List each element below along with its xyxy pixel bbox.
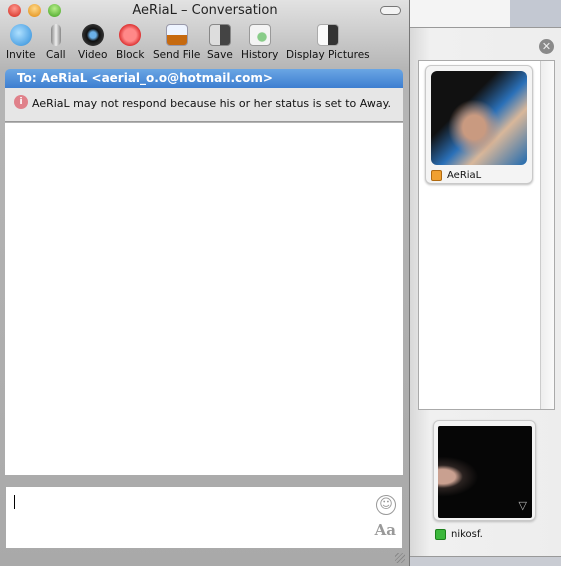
history-label: History bbox=[241, 49, 279, 61]
close-drawer-button[interactable]: ✕ bbox=[539, 39, 554, 54]
invite-icon bbox=[9, 24, 32, 46]
away-notice: i AeRiaL may not respond because his or … bbox=[5, 88, 403, 122]
display-pictures-icon bbox=[316, 24, 339, 46]
font-button[interactable]: Aa bbox=[375, 521, 396, 539]
text-caret bbox=[14, 495, 15, 509]
contact-name: AeRiaL bbox=[447, 170, 482, 181]
contact-pictures-list: AeRiaL bbox=[418, 60, 555, 410]
invite-label: Invite bbox=[6, 49, 36, 61]
background-desktop bbox=[510, 0, 561, 28]
save-label: Save bbox=[207, 49, 233, 61]
call-label: Call bbox=[46, 49, 66, 61]
resize-grip[interactable] bbox=[395, 553, 405, 563]
block-icon bbox=[119, 24, 142, 46]
contact-card: AeRiaL bbox=[425, 65, 533, 184]
background-window bbox=[410, 0, 510, 28]
send-file-button[interactable]: Send File bbox=[153, 24, 200, 61]
emoticon-icon[interactable]: ☺ bbox=[376, 495, 396, 515]
send-file-icon bbox=[165, 24, 188, 46]
conversation-transcript[interactable] bbox=[5, 123, 403, 475]
message-input[interactable]: ☺ Aa bbox=[5, 486, 403, 549]
conversation-window: AeRiaL – Conversation Invite Call Video … bbox=[0, 0, 410, 566]
toolbar-toggle-button[interactable] bbox=[380, 6, 401, 15]
block-button[interactable]: Block bbox=[116, 24, 144, 61]
block-label: Block bbox=[116, 49, 145, 61]
picture-menu-icon[interactable]: ▽ bbox=[519, 499, 527, 512]
invite-button[interactable]: Invite bbox=[6, 24, 35, 61]
video-label: Video bbox=[78, 49, 108, 61]
save-button[interactable]: Save bbox=[207, 24, 233, 61]
history-icon bbox=[248, 24, 271, 46]
save-icon bbox=[208, 24, 231, 46]
microphone-icon bbox=[50, 24, 61, 46]
display-pictures-label: Display Pictures bbox=[286, 49, 370, 61]
history-button[interactable]: History bbox=[241, 24, 278, 61]
away-status-icon bbox=[431, 170, 442, 181]
recipient-header: To: AeRiaL <aerial_o.o@hotmail.com> bbox=[5, 69, 403, 88]
display-pictures-drawer: ✕ AeRiaL ▽ nikosf. bbox=[410, 27, 561, 557]
video-button[interactable]: Video bbox=[78, 24, 107, 61]
display-pictures-button[interactable]: Display Pictures bbox=[286, 24, 370, 61]
info-icon: i bbox=[14, 95, 28, 109]
online-status-icon[interactable] bbox=[435, 529, 446, 540]
send-file-label: Send File bbox=[153, 49, 201, 61]
scrollbar[interactable] bbox=[540, 61, 554, 409]
self-name: nikosf. bbox=[451, 529, 483, 540]
call-button[interactable]: Call bbox=[46, 24, 66, 61]
away-notice-text: AeRiaL may not respond because his or he… bbox=[32, 97, 392, 110]
self-card: ▽ bbox=[433, 420, 536, 521]
contact-display-picture[interactable] bbox=[431, 71, 527, 165]
camera-icon bbox=[81, 24, 104, 46]
window-title: AeRiaL – Conversation bbox=[132, 3, 278, 18]
